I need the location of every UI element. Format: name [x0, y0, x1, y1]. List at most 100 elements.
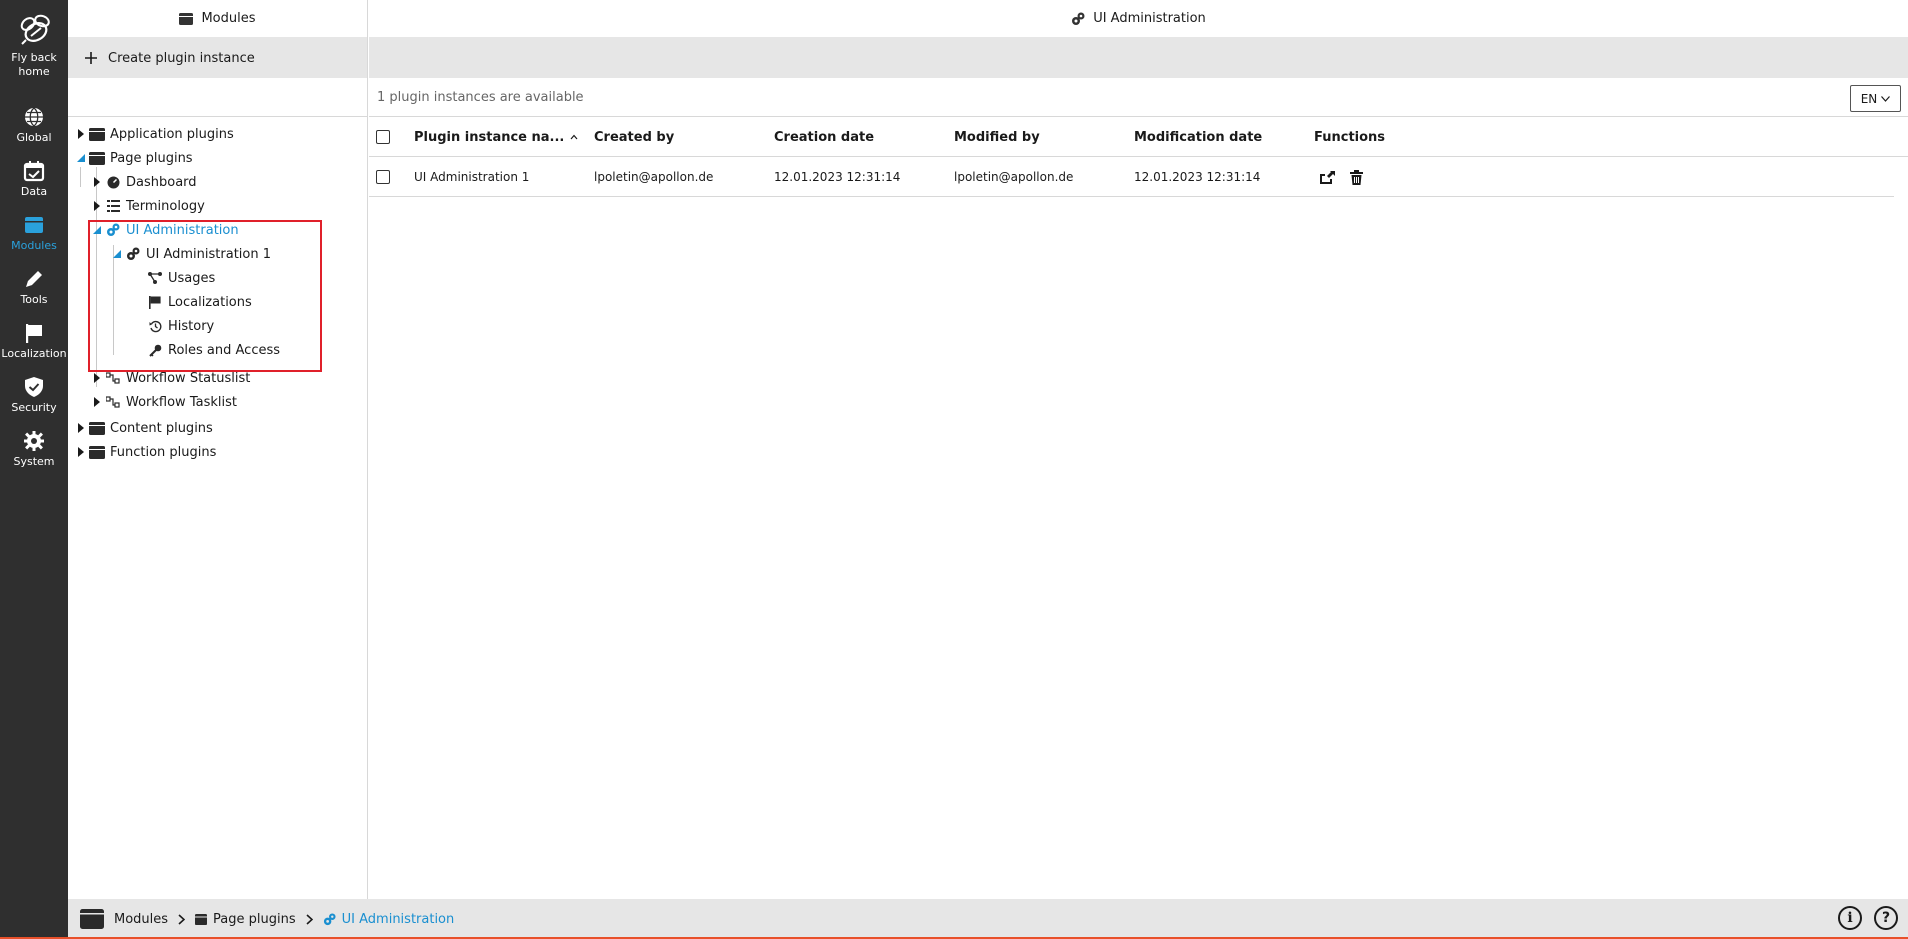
modules-icon	[195, 913, 208, 925]
tree-node-label: Workflow Tasklist	[126, 394, 237, 410]
tree-node-workflow-tasklist[interactable]: Workflow Tasklist	[90, 391, 237, 413]
breadcrumb-label: UI Administration	[341, 911, 455, 927]
main-navigation: Fly back home Global Data Modules Tools	[0, 0, 68, 939]
cell-modification-date: 12.01.2023 12:31:14	[1134, 170, 1261, 184]
shield-icon	[25, 377, 43, 397]
nav-item-label: Localization	[1, 347, 67, 360]
caret-right-icon[interactable]	[74, 129, 88, 139]
tree-node-label: Dashboard	[126, 174, 197, 190]
language-select[interactable]: EN	[1850, 85, 1901, 112]
nav-item-label: Security	[11, 401, 57, 414]
bee-logo-icon	[20, 14, 50, 45]
breadcrumb-item-page-plugins[interactable]: Page plugins	[195, 912, 296, 927]
caret-right-icon[interactable]	[90, 373, 104, 383]
nav-item-label: Data	[20, 185, 48, 198]
cell-created-by: lpoletin@apollon.de	[594, 170, 714, 184]
caret-right-icon[interactable]	[74, 447, 88, 457]
footer-actions: i ?	[1838, 906, 1898, 930]
gears-icon	[24, 431, 44, 451]
tree-node-dashboard[interactable]: Dashboard	[90, 171, 197, 193]
caret-right-icon[interactable]	[90, 177, 104, 187]
column-header-label: Modification date	[1134, 129, 1263, 145]
select-all-checkbox[interactable]	[376, 130, 390, 144]
nav-item-label: Modules	[11, 239, 57, 252]
nav-item-system[interactable]: System	[0, 430, 68, 469]
cell-name[interactable]: UI Administration 1	[414, 157, 529, 197]
caret-right-icon[interactable]	[90, 201, 104, 211]
column-header-label: Functions	[1314, 129, 1386, 145]
tree-node-label: Application plugins	[110, 126, 234, 142]
open-external-icon[interactable]	[1319, 170, 1336, 185]
calendar-check-icon	[23, 161, 45, 182]
info-icon[interactable]: i	[1838, 906, 1862, 930]
column-header-modification-date[interactable]: Modification date	[1134, 117, 1262, 157]
globe-icon	[25, 107, 43, 127]
tree-node-workflow-statuslist[interactable]: Workflow Statuslist	[90, 367, 250, 389]
help-icon[interactable]: ?	[1874, 906, 1898, 930]
tree-node-application-plugins[interactable]: Application plugins	[74, 123, 234, 145]
column-header-name[interactable]: Plugin instance na...	[414, 117, 578, 157]
main-toolbar	[369, 38, 1908, 78]
breadcrumb: Modules Page plugins UI Administration i…	[68, 899, 1908, 939]
row-checkbox[interactable]	[376, 170, 390, 184]
breadcrumb-label: Modules	[114, 911, 169, 927]
gears-icon	[1072, 12, 1085, 25]
fly-back-home-button[interactable]: Fly back home	[0, 12, 68, 79]
main-panel-title: UI Administration	[1093, 11, 1206, 26]
caret-right-icon[interactable]	[74, 423, 88, 433]
nav-item-tools[interactable]: Tools	[0, 268, 68, 307]
trash-icon[interactable]	[1350, 169, 1363, 185]
table-row[interactable]: UI Administration 1 lpoletin@apollon.de …	[369, 157, 1894, 197]
tree-panel-title: Modules	[201, 11, 256, 26]
nav-item-localization[interactable]: Localization	[0, 322, 68, 361]
column-header-modified-by[interactable]: Modified by	[954, 117, 1040, 157]
breadcrumb-item-modules[interactable]: Modules	[80, 909, 168, 929]
nav-item-label: Tools	[20, 293, 48, 306]
nav-item-data[interactable]: Data	[0, 160, 68, 199]
modules-icon	[80, 909, 104, 929]
tree-node-label: Workflow Statuslist	[126, 370, 251, 386]
nav-item-global[interactable]: Global	[0, 106, 68, 145]
folder-icon	[88, 445, 106, 459]
caret-right-icon[interactable]	[90, 397, 104, 407]
column-header-creation-date[interactable]: Creation date	[774, 117, 874, 157]
chevron-down-icon	[1881, 95, 1891, 102]
tree-node-page-plugins[interactable]: Page plugins	[74, 147, 193, 169]
tree-toolbar: Create plugin instance	[68, 38, 367, 78]
nav-item-modules[interactable]: Modules	[0, 214, 68, 253]
pencil-icon	[26, 271, 42, 287]
tree-node-label: Terminology	[126, 198, 205, 214]
create-plugin-instance-label: Create plugin instance	[108, 50, 255, 66]
modules-tree-panel: Modules Create plugin instance Applicati…	[68, 0, 368, 899]
create-plugin-instance-button[interactable]: Create plugin instance	[84, 51, 255, 66]
tree-node-label: Content plugins	[110, 420, 213, 436]
main-panel-header: UI Administration	[369, 0, 1908, 38]
tree-node-terminology[interactable]: Terminology	[90, 195, 205, 217]
column-header-label: Modified by	[954, 129, 1040, 145]
cell-functions	[1319, 157, 1363, 197]
modules-icon	[25, 217, 43, 233]
list-icon	[104, 200, 122, 212]
tree-node-label: Function plugins	[110, 444, 217, 460]
tree-node-label: Page plugins	[110, 150, 193, 166]
nav-item-label: Global	[16, 131, 52, 144]
folder-icon	[88, 127, 106, 141]
breadcrumb-item-ui-administration[interactable]: UI Administration	[323, 911, 455, 927]
tree-node-content-plugins[interactable]: Content plugins	[74, 417, 213, 439]
cell-modified-by: lpoletin@apollon.de	[954, 170, 1074, 184]
flag-icon	[26, 324, 42, 343]
column-header-label: Created by	[594, 129, 675, 145]
sort-ascending-icon	[570, 134, 578, 140]
cell-creation-date: 12.01.2023 12:31:14	[774, 170, 901, 184]
nav-item-label: System	[13, 455, 55, 468]
column-header-label: Plugin instance na...	[414, 129, 565, 145]
breadcrumb-label: Page plugins	[213, 911, 296, 927]
nav-item-security[interactable]: Security	[0, 376, 68, 415]
language-value: EN	[1860, 91, 1878, 106]
instances-info-bar: 1 plugin instances are available EN	[369, 78, 1908, 117]
tree-node-function-plugins[interactable]: Function plugins	[74, 441, 216, 463]
caret-down-icon[interactable]	[74, 154, 88, 162]
fly-back-home-label: Fly back home	[11, 51, 57, 78]
column-header-created-by[interactable]: Created by	[594, 117, 674, 157]
chevron-right-icon	[178, 913, 186, 925]
